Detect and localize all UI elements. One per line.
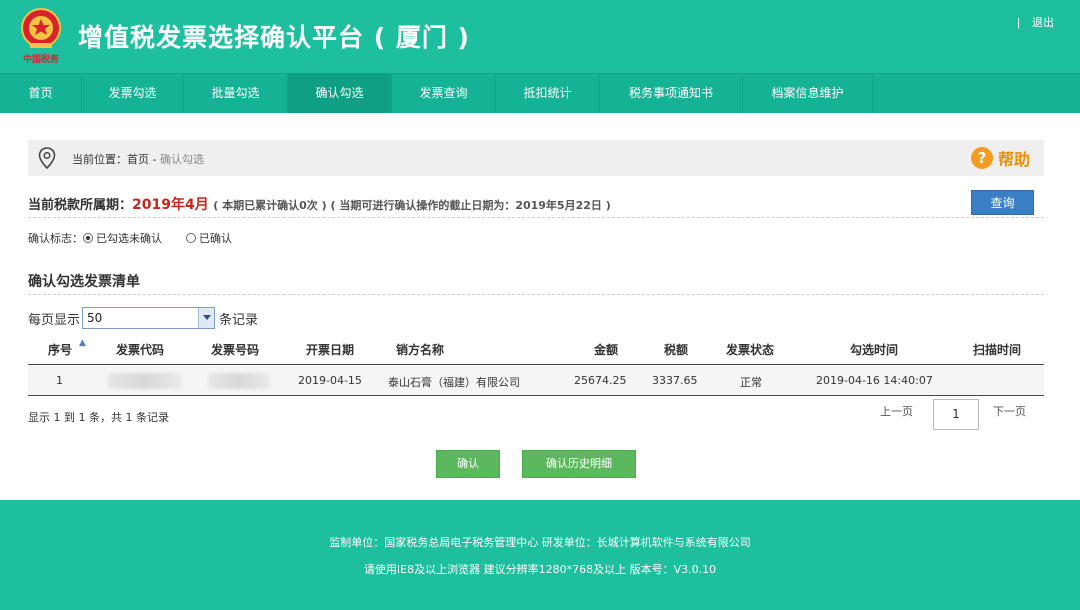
cell-date: 2019-04-15 — [298, 374, 362, 387]
help-icon: ? — [970, 147, 993, 169]
divider — [28, 294, 1044, 295]
breadcrumb: 当前位置：首页 - 确认勾选 ? 帮助 — [28, 140, 1044, 176]
column-header-code: 发票代码 — [116, 343, 165, 357]
nav-item-confirm-select[interactable]: 确认勾选 — [288, 74, 392, 113]
radio-option-confirmed[interactable]: 已确认 — [186, 230, 232, 246]
nav-item-invoice-query[interactable]: 发票查询 — [392, 74, 496, 113]
radio-label-confirmed: 已确认 — [199, 232, 232, 245]
page-size-value: 50 — [87, 311, 103, 325]
cell-select-time: 2019-04-16 14:40:07 — [816, 374, 933, 387]
radio-unselected-icon[interactable] — [186, 233, 196, 243]
breadcrumb-text: 当前位置：首页 - 确认勾选 — [72, 151, 204, 167]
tax-period-line: 当前税款所属期：2019年4月 ( 本期已累计确认0次 ) ( 当期可进行确认操… — [28, 194, 611, 214]
sort-ascending-icon[interactable]: ▲ — [79, 338, 86, 348]
cell-seller: 泰山石膏（福建）有限公司 — [388, 376, 520, 389]
column-header-seller: 销方名称 — [396, 343, 445, 357]
tax-period-label: 当前税款所属期： — [28, 198, 133, 213]
breadcrumb-prefix: 当前位置： — [72, 153, 127, 166]
cell-status: 正常 — [740, 376, 762, 389]
chevron-down-icon[interactable] — [198, 308, 215, 328]
table-row[interactable]: 1 2019-04-15 泰山石膏（福建）有限公司 25674.25 3337.… — [28, 366, 1044, 396]
nav-item-deduction-stats[interactable]: 抵扣统计 — [496, 74, 600, 113]
help-label: 帮助 — [997, 150, 1030, 169]
nav-item-tax-notice[interactable]: 税务事项通知书 — [600, 74, 743, 113]
page-size-suffix: 条记录 — [219, 312, 259, 328]
tax-period-note: ( 本期已累计确认0次 ) ( 当期可进行确认操作的截止日期为：2019年5月2… — [213, 199, 611, 212]
header-bar: 中国税务 增值税发票选择确认平台 ( 厦门 ) | 退出 — [0, 0, 1080, 73]
logo-text: 中国税务 — [22, 55, 59, 65]
prev-page-button[interactable]: 上一页 — [880, 403, 913, 419]
page-number-input[interactable]: 1 — [933, 399, 979, 430]
radio-option-unconfirmed[interactable]: 已勾选未确认 — [83, 230, 162, 246]
column-header-index[interactable]: 序号 — [48, 341, 72, 358]
top-right-links: | 退出 — [1017, 14, 1054, 30]
divider — [28, 217, 1044, 218]
page-size-select[interactable]: 50 — [82, 307, 216, 329]
main-nav: 首页 发票勾选 批量勾选 确认勾选 发票查询 抵扣统计 税务事项通知书 档案信息… — [0, 73, 1080, 113]
help-button[interactable]: ? 帮助 — [970, 147, 1030, 169]
cell-index: 1 — [56, 374, 63, 387]
list-title: 确认勾选发票清单 — [28, 274, 140, 290]
page-size-prefix: 每页显示 — [28, 312, 81, 328]
table-header: 序号 ▲ 发票代码 发票号码 开票日期 销方名称 金额 税额 发票状态 勾选时间… — [28, 335, 1044, 365]
record-summary: 显示 1 到 1 条，共 1 条记录 — [28, 411, 169, 424]
next-page-button[interactable]: 下一页 — [993, 403, 1026, 419]
column-header-status: 发票状态 — [726, 343, 775, 357]
column-header-scan-time: 扫描时间 — [973, 343, 1022, 357]
breadcrumb-home[interactable]: 首页 — [127, 153, 149, 166]
nav-item-batch-select[interactable]: 批量勾选 — [184, 74, 288, 113]
footer-line-2: 请使用IE8及以上浏览器 建议分辨率1280*768及以上 版本号：V3.0.1… — [363, 563, 717, 576]
confirm-history-button[interactable]: 确认历史明细 — [522, 450, 636, 478]
radio-selected-icon[interactable] — [83, 233, 93, 243]
breadcrumb-current: 确认勾选 — [159, 153, 204, 166]
column-header-date: 开票日期 — [306, 343, 355, 357]
column-header-amount: 金额 — [594, 343, 619, 357]
footer: 监制单位：国家税务总局电子税务管理中心 研发单位：长城计算机软件与系统有限公司 … — [0, 500, 1080, 610]
tax-emblem-logo: 中国税务 — [18, 6, 64, 65]
app-title: 增值税发票选择确认平台 ( 厦门 ) — [78, 23, 470, 52]
logout-link[interactable]: 退出 — [1032, 16, 1054, 29]
confirm-button[interactable]: 确认 — [436, 450, 500, 478]
query-button[interactable]: 查询 — [971, 190, 1034, 215]
column-header-number: 发票号码 — [211, 343, 260, 357]
radio-label-unconfirmed: 已勾选未确认 — [96, 232, 162, 245]
confirm-flag-label: 确认标志： — [28, 232, 83, 245]
column-header-tax: 税额 — [664, 343, 689, 357]
tax-period-value: 2019年4月 — [132, 197, 209, 213]
nav-item-invoice-select[interactable]: 发票勾选 — [82, 74, 184, 113]
cell-code-redacted — [108, 373, 182, 389]
top-right-separator: | — [1016, 16, 1021, 29]
nav-item-archive-maintenance[interactable]: 档案信息维护 — [743, 74, 873, 113]
location-pin-icon — [38, 147, 56, 173]
breadcrumb-separator: - — [149, 153, 160, 166]
cell-number-redacted — [208, 373, 270, 389]
page-size-control: 每页显示 50 条记录 — [28, 307, 258, 329]
column-header-select-time: 勾选时间 — [850, 343, 899, 357]
cell-amount: 25674.25 — [574, 374, 627, 387]
footer-line-1: 监制单位：国家税务总局电子税务管理中心 研发单位：长城计算机软件与系统有限公司 — [329, 536, 751, 549]
confirm-flag-filter: 确认标志： 已勾选未确认 已确认 — [28, 230, 232, 246]
cell-tax: 3337.65 — [652, 374, 698, 387]
nav-item-home[interactable]: 首页 — [0, 74, 82, 113]
